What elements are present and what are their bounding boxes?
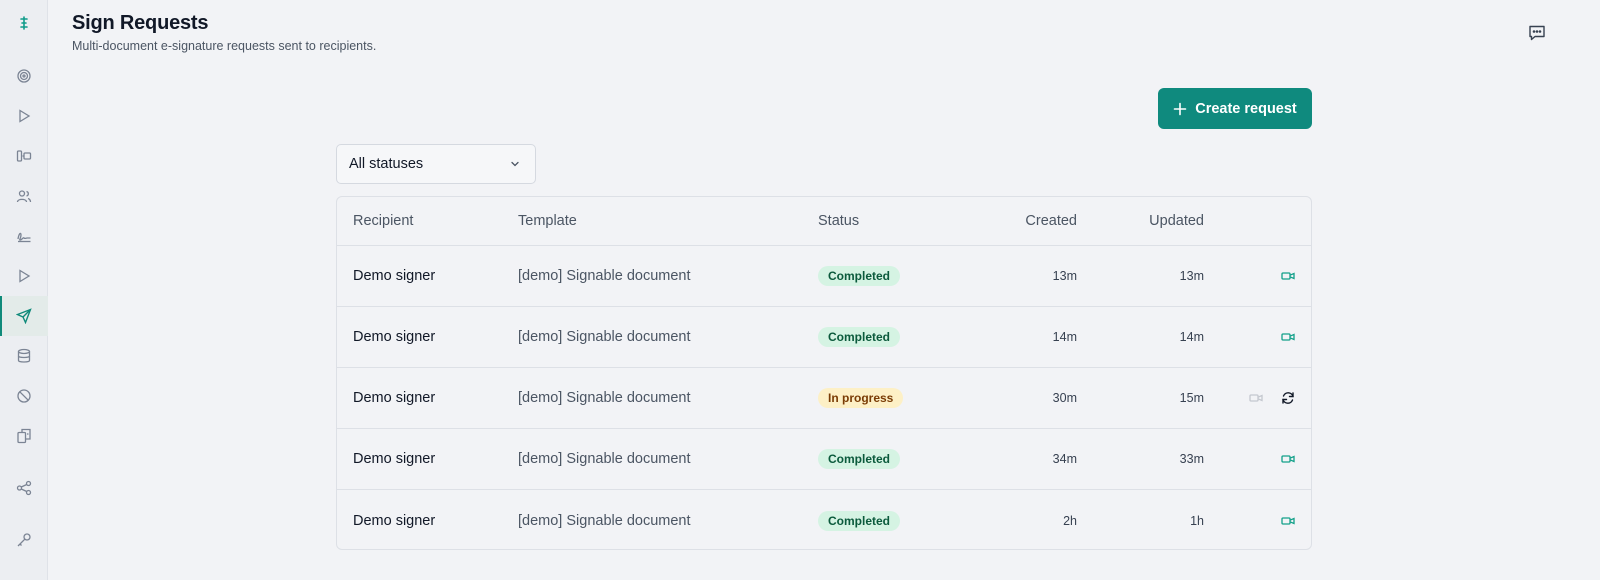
refresh-icon[interactable] bbox=[1279, 389, 1297, 407]
template-cell: [demo] Signable document bbox=[518, 390, 691, 406]
status-badge: Completed bbox=[818, 266, 901, 286]
table-row[interactable]: Demo signer [demo] Signable document Com… bbox=[337, 429, 1311, 490]
video-icon[interactable] bbox=[1279, 328, 1297, 346]
column-header-status[interactable]: Status bbox=[818, 197, 859, 245]
updated-cell: 33m bbox=[1179, 452, 1204, 466]
row-actions bbox=[1237, 307, 1297, 367]
signature-icon bbox=[17, 232, 31, 243]
target-icon bbox=[17, 69, 31, 83]
video-icon[interactable] bbox=[1279, 267, 1297, 285]
copy-icon bbox=[17, 428, 31, 444]
created-cell: 34m bbox=[1052, 452, 1077, 466]
row-actions bbox=[1237, 246, 1297, 306]
sidebar-item-share[interactable] bbox=[0, 468, 48, 508]
template-cell: [demo] Signable document bbox=[518, 268, 691, 284]
chevron-down-icon bbox=[511, 161, 519, 167]
app-logo-icon[interactable] bbox=[0, 10, 48, 36]
updated-cell: 14m bbox=[1179, 330, 1204, 344]
status-badge: Completed bbox=[818, 449, 901, 469]
column-header-updated[interactable]: Updated bbox=[1097, 197, 1204, 245]
status-cell: In progress bbox=[818, 368, 904, 428]
created-cell: 14m bbox=[1052, 330, 1077, 344]
status-badge: Completed bbox=[818, 510, 901, 531]
play-icon bbox=[19, 109, 31, 123]
sidebar-item-users[interactable] bbox=[0, 176, 48, 216]
send-icon bbox=[16, 308, 32, 324]
database-icon bbox=[17, 348, 31, 363]
status-badge: Completed bbox=[818, 327, 901, 347]
page-title: Sign Requests bbox=[72, 12, 209, 34]
users-icon bbox=[16, 190, 32, 203]
status-filter-select[interactable]: All statuses bbox=[336, 144, 536, 184]
sidebar-item-ban[interactable] bbox=[0, 376, 48, 416]
table-row[interactable]: Demo signer [demo] Signable document Com… bbox=[337, 246, 1311, 307]
create-request-label: Create request bbox=[1195, 100, 1297, 117]
sidebar-item-signature[interactable] bbox=[0, 216, 48, 256]
column-header-template[interactable]: Template bbox=[518, 197, 577, 245]
status-badge: In progress bbox=[818, 388, 904, 408]
status-cell: Completed bbox=[818, 246, 901, 306]
sidebar-item-target[interactable] bbox=[0, 56, 48, 96]
table-row[interactable]: Demo signer [demo] Signable document In … bbox=[337, 368, 1311, 429]
recipient-cell: Demo signer bbox=[353, 390, 436, 406]
updated-cell: 15m bbox=[1179, 391, 1204, 405]
sidebar-item-columns[interactable] bbox=[0, 136, 48, 176]
key-icon bbox=[17, 533, 31, 547]
updated-cell: 13m bbox=[1179, 269, 1204, 283]
sidebar bbox=[0, 0, 48, 580]
sidebar-item-play-2[interactable] bbox=[0, 256, 48, 296]
column-header-created[interactable]: Created bbox=[957, 197, 1077, 245]
recipient-cell: Demo signer bbox=[353, 512, 436, 529]
status-cell: Completed bbox=[818, 307, 901, 367]
created-cell: 13m bbox=[1052, 269, 1077, 283]
chat-icon[interactable] bbox=[1526, 22, 1548, 44]
created-cell: 30m bbox=[1052, 391, 1077, 405]
row-actions bbox=[1237, 368, 1297, 428]
template-cell: [demo] Signable document bbox=[518, 512, 691, 529]
recipient-cell: Demo signer bbox=[353, 268, 436, 284]
share-icon bbox=[16, 480, 32, 496]
requests-table: Recipient Template Status Created Update… bbox=[336, 196, 1312, 550]
column-header-recipient[interactable]: Recipient bbox=[353, 197, 413, 245]
recipient-cell: Demo signer bbox=[353, 451, 436, 467]
recipient-cell: Demo signer bbox=[353, 329, 436, 345]
row-actions bbox=[1237, 490, 1297, 549]
sidebar-item-database[interactable] bbox=[0, 336, 48, 376]
table-row[interactable]: Demo signer [demo] Signable document Com… bbox=[337, 490, 1311, 549]
columns-icon bbox=[16, 150, 32, 162]
row-actions bbox=[1237, 429, 1297, 489]
sidebar-item-play[interactable] bbox=[0, 96, 48, 136]
play-icon bbox=[19, 269, 31, 283]
page-subtitle: Multi-document e-signature requests sent… bbox=[72, 39, 377, 53]
sidebar-item-copy[interactable] bbox=[0, 416, 48, 456]
create-request-button[interactable]: Create request bbox=[1158, 88, 1312, 129]
created-cell: 2h bbox=[1063, 513, 1077, 528]
ban-icon bbox=[17, 389, 31, 403]
status-cell: Completed bbox=[818, 490, 901, 549]
plus-icon bbox=[1173, 102, 1187, 115]
video-icon[interactable] bbox=[1279, 450, 1297, 468]
updated-cell: 1h bbox=[1190, 513, 1204, 528]
video-icon bbox=[1247, 389, 1265, 407]
table-header: Recipient Template Status Created Update… bbox=[337, 197, 1311, 246]
sidebar-item-key[interactable] bbox=[0, 520, 48, 560]
video-icon[interactable] bbox=[1279, 512, 1297, 530]
status-cell: Completed bbox=[818, 429, 901, 489]
template-cell: [demo] Signable document bbox=[518, 329, 691, 345]
table-row[interactable]: Demo signer [demo] Signable document Com… bbox=[337, 307, 1311, 368]
status-filter-value: All statuses bbox=[349, 156, 424, 172]
sidebar-item-sign-requests[interactable] bbox=[0, 296, 48, 336]
template-cell: [demo] Signable document bbox=[518, 451, 691, 467]
